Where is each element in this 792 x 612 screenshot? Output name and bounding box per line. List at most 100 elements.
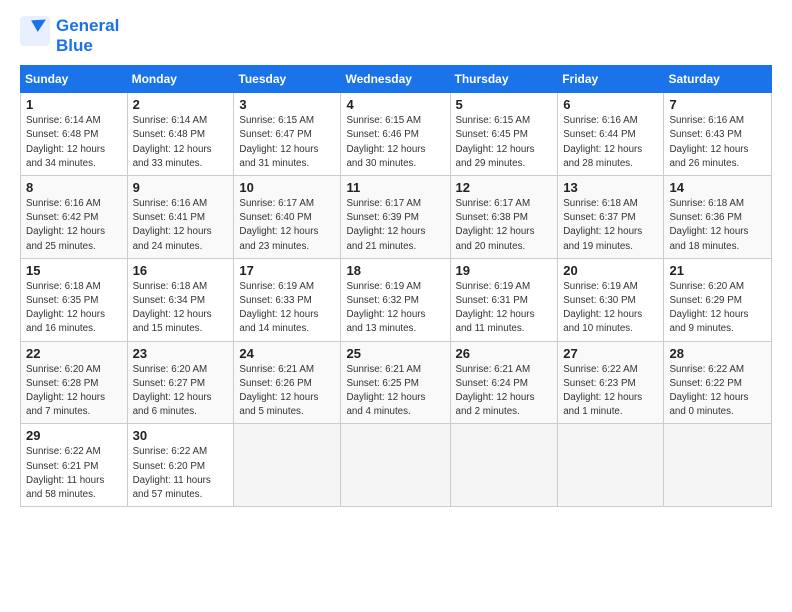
calendar-cell: 8 Sunrise: 6:16 AMSunset: 6:42 PMDaylight…: [21, 175, 128, 258]
day-number: 27: [563, 346, 658, 361]
day-number: 7: [669, 97, 766, 112]
calendar-cell: 4 Sunrise: 6:15 AMSunset: 6:46 PMDaylight…: [341, 93, 450, 176]
calendar-week-row: 29 Sunrise: 6:22 AMSunset: 6:21 PMDayligh…: [21, 424, 772, 507]
page: General Blue GeneralBlue SundayMondayTue…: [0, 0, 792, 612]
day-number: 1: [26, 97, 122, 112]
calendar-cell: [664, 424, 772, 507]
day-number: 22: [26, 346, 122, 361]
calendar-cell: 12Sunrise: 6:17 AMSunset: 6:38 PMDayligh…: [450, 175, 558, 258]
calendar-cell: 6Sunrise: 6:16 AMSunset: 6:44 PMDaylight…: [558, 93, 664, 176]
calendar-cell: 26Sunrise: 6:21 AMSunset: 6:24 PMDayligh…: [450, 341, 558, 424]
calendar-header-monday: Monday: [127, 66, 234, 93]
day-number: 19: [456, 263, 553, 278]
calendar-cell: 2 Sunrise: 6:14 AMSunset: 6:48 PMDaylight…: [127, 93, 234, 176]
calendar-header-wednesday: Wednesday: [341, 66, 450, 93]
day-number: 30: [133, 428, 229, 443]
calendar-cell: 24 Sunrise: 6:21 AMSunset: 6:26 PMDayligh…: [234, 341, 341, 424]
day-info: Sunrise: 6:19 AMSunset: 6:32 PMDaylight:…: [346, 280, 444, 337]
logo: General Blue GeneralBlue: [20, 16, 119, 55]
calendar-cell: 19 Sunrise: 6:19 AMSunset: 6:31 PMDayligh…: [450, 258, 558, 341]
day-info: Sunrise: 6:15 AMSunset: 6:47 PMDaylight:…: [239, 114, 335, 171]
day-number: 24: [239, 346, 335, 361]
calendar-header-row: SundayMondayTuesdayWednesdayThursdayFrid…: [21, 66, 772, 93]
calendar-header-saturday: Saturday: [664, 66, 772, 93]
day-info: Sunrise: 6:22 AMSunset: 6:23 PMDaylight:…: [563, 363, 658, 420]
day-number: 6: [563, 97, 658, 112]
calendar-cell: 10 Sunrise: 6:17 AMSunset: 6:40 PMDayligh…: [234, 175, 341, 258]
day-number: 23: [133, 346, 229, 361]
day-info: Sunrise: 6:16 AMSunset: 6:43 PMDaylight:…: [669, 114, 766, 171]
calendar-cell: 13 Sunrise: 6:18 AMSunset: 6:37 PMDayligh…: [558, 175, 664, 258]
day-info: Sunrise: 6:19 AMSunset: 6:33 PMDaylight:…: [239, 280, 335, 337]
calendar-week-row: 8 Sunrise: 6:16 AMSunset: 6:42 PMDaylight…: [21, 175, 772, 258]
calendar-cell: 22 Sunrise: 6:20 AMSunset: 6:28 PMDayligh…: [21, 341, 128, 424]
calendar-header-tuesday: Tuesday: [234, 66, 341, 93]
day-number: 20: [563, 263, 658, 278]
day-number: 8: [26, 180, 122, 195]
calendar-cell: 21 Sunrise: 6:20 AMSunset: 6:29 PMDayligh…: [664, 258, 772, 341]
day-info: Sunrise: 6:15 AMSunset: 6:45 PMDaylight:…: [456, 114, 553, 171]
calendar-cell: 1 Sunrise: 6:14 AMSunset: 6:48 PMDaylight…: [21, 93, 128, 176]
day-info: Sunrise: 6:16 AMSunset: 6:41 PMDaylight:…: [133, 197, 229, 254]
day-number: 14: [669, 180, 766, 195]
day-info: Sunrise: 6:18 AMSunset: 6:34 PMDaylight:…: [133, 280, 229, 337]
logo-text: GeneralBlue: [20, 16, 119, 55]
day-info: Sunrise: 6:19 AMSunset: 6:31 PMDaylight:…: [456, 280, 553, 337]
day-info: Sunrise: 6:15 AMSunset: 6:46 PMDaylight:…: [346, 114, 444, 171]
calendar-cell: 7 Sunrise: 6:16 AMSunset: 6:43 PMDaylight…: [664, 93, 772, 176]
day-info: Sunrise: 6:22 AMSunset: 6:21 PMDaylight:…: [26, 445, 122, 502]
calendar-cell: 16 Sunrise: 6:18 AMSunset: 6:34 PMDayligh…: [127, 258, 234, 341]
day-number: 16: [133, 263, 229, 278]
calendar-cell: [450, 424, 558, 507]
day-info: Sunrise: 6:17 AMSunset: 6:39 PMDaylight:…: [346, 197, 444, 254]
day-info: Sunrise: 6:18 AMSunset: 6:36 PMDaylight:…: [669, 197, 766, 254]
day-info: Sunrise: 6:14 AMSunset: 6:48 PMDaylight:…: [26, 114, 122, 171]
day-number: 15: [26, 263, 122, 278]
day-number: 4: [346, 97, 444, 112]
day-info: Sunrise: 6:21 AMSunset: 6:24 PMDaylight:…: [456, 363, 553, 420]
calendar-cell: [558, 424, 664, 507]
day-info: Sunrise: 6:20 AMSunset: 6:29 PMDaylight:…: [669, 280, 766, 337]
day-number: 17: [239, 263, 335, 278]
day-info: Sunrise: 6:17 AMSunset: 6:40 PMDaylight:…: [239, 197, 335, 254]
calendar-cell: 30 Sunrise: 6:22 AMSunset: 6:20 PMDayligh…: [127, 424, 234, 507]
day-info: Sunrise: 6:22 AMSunset: 6:20 PMDaylight:…: [133, 445, 229, 502]
day-number: 18: [346, 263, 444, 278]
calendar-cell: 18 Sunrise: 6:19 AMSunset: 6:32 PMDayligh…: [341, 258, 450, 341]
day-number: 29: [26, 428, 122, 443]
day-info: Sunrise: 6:20 AMSunset: 6:28 PMDaylight:…: [26, 363, 122, 420]
day-info: Sunrise: 6:14 AMSunset: 6:48 PMDaylight:…: [133, 114, 229, 171]
day-number: 28: [669, 346, 766, 361]
calendar-cell: [341, 424, 450, 507]
day-number: 25: [346, 346, 444, 361]
calendar-cell: 3 Sunrise: 6:15 AMSunset: 6:47 PMDaylight…: [234, 93, 341, 176]
calendar-cell: 27 Sunrise: 6:22 AMSunset: 6:23 PMDayligh…: [558, 341, 664, 424]
day-info: Sunrise: 6:18 AMSunset: 6:37 PMDaylight:…: [563, 197, 658, 254]
calendar-cell: 5Sunrise: 6:15 AMSunset: 6:45 PMDaylight…: [450, 93, 558, 176]
day-number: 3: [239, 97, 335, 112]
calendar-cell: [234, 424, 341, 507]
calendar-cell: 14 Sunrise: 6:18 AMSunset: 6:36 PMDayligh…: [664, 175, 772, 258]
day-info: Sunrise: 6:20 AMSunset: 6:27 PMDaylight:…: [133, 363, 229, 420]
calendar-cell: 20 Sunrise: 6:19 AMSunset: 6:30 PMDayligh…: [558, 258, 664, 341]
calendar-week-row: 15Sunrise: 6:18 AMSunset: 6:35 PMDayligh…: [21, 258, 772, 341]
day-info: Sunrise: 6:22 AMSunset: 6:22 PMDaylight:…: [669, 363, 766, 420]
calendar-cell: 9 Sunrise: 6:16 AMSunset: 6:41 PMDaylight…: [127, 175, 234, 258]
day-number: 11: [346, 180, 444, 195]
day-number: 13: [563, 180, 658, 195]
day-number: 10: [239, 180, 335, 195]
calendar-header-friday: Friday: [558, 66, 664, 93]
calendar-week-row: 1 Sunrise: 6:14 AMSunset: 6:48 PMDaylight…: [21, 93, 772, 176]
day-info: Sunrise: 6:16 AMSunset: 6:42 PMDaylight:…: [26, 197, 122, 254]
day-number: 2: [133, 97, 229, 112]
day-number: 12: [456, 180, 553, 195]
calendar-cell: 23 Sunrise: 6:20 AMSunset: 6:27 PMDayligh…: [127, 341, 234, 424]
day-info: Sunrise: 6:21 AMSunset: 6:26 PMDaylight:…: [239, 363, 335, 420]
day-number: 9: [133, 180, 229, 195]
calendar-cell: 29 Sunrise: 6:22 AMSunset: 6:21 PMDayligh…: [21, 424, 128, 507]
header: General Blue GeneralBlue: [20, 16, 772, 55]
day-number: 21: [669, 263, 766, 278]
day-info: Sunrise: 6:19 AMSunset: 6:30 PMDaylight:…: [563, 280, 658, 337]
calendar-cell: 17 Sunrise: 6:19 AMSunset: 6:33 PMDayligh…: [234, 258, 341, 341]
calendar-header-thursday: Thursday: [450, 66, 558, 93]
